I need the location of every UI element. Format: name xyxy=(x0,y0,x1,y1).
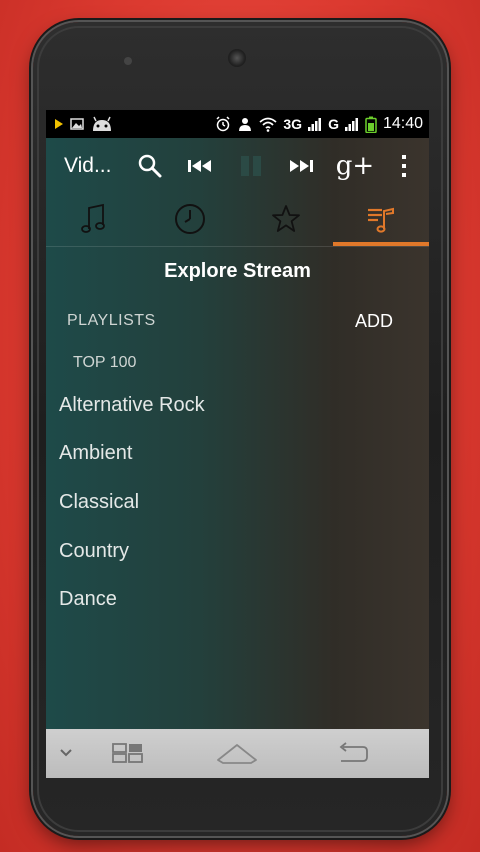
genre-item[interactable]: Ambient xyxy=(59,442,132,465)
android-icon xyxy=(93,116,111,131)
genre-item[interactable]: Country xyxy=(59,540,129,563)
genre-item[interactable]: Classical xyxy=(59,491,139,514)
signal-icon xyxy=(308,118,322,131)
genre-item[interactable]: Alternative Rock xyxy=(59,394,205,417)
tab-explore[interactable] xyxy=(333,192,429,246)
tab-bar xyxy=(46,192,429,247)
front-camera xyxy=(124,57,132,65)
collapse-icon[interactable] xyxy=(54,737,78,769)
screen: 3G G 14:40 Vid... g+ Explore Stream PLAY… xyxy=(46,110,429,778)
star-icon xyxy=(272,205,300,232)
alarm-icon xyxy=(216,116,230,132)
status-left xyxy=(54,116,114,132)
battery-icon xyxy=(365,116,377,133)
play-icon xyxy=(55,119,63,129)
playlist-icon xyxy=(368,207,394,233)
network-label: 3G xyxy=(283,116,303,132)
google-plus-icon[interactable]: g+ xyxy=(335,151,375,181)
recent-apps-icon[interactable] xyxy=(108,737,148,769)
google-plus-label: g+ xyxy=(335,151,375,181)
tab-favorites[interactable] xyxy=(238,192,334,246)
overflow-menu-icon[interactable] xyxy=(389,152,419,180)
next-icon[interactable] xyxy=(286,152,316,180)
add-button[interactable]: ADD xyxy=(355,311,393,332)
now-playing-title[interactable]: Vid... xyxy=(64,154,111,178)
pause-icon[interactable] xyxy=(236,152,266,180)
genre-item[interactable]: Dance xyxy=(59,588,117,611)
network-label-2: G xyxy=(328,116,339,132)
search-icon[interactable] xyxy=(135,152,165,180)
account-icon xyxy=(239,118,252,131)
clock-time: 14:40 xyxy=(382,115,423,132)
page-title: Explore Stream xyxy=(164,260,311,282)
back-icon[interactable] xyxy=(332,737,372,769)
previous-icon[interactable] xyxy=(185,152,215,180)
navigation-bar xyxy=(46,729,429,778)
action-bar: Vid... g+ xyxy=(46,138,429,192)
music-note-icon xyxy=(81,203,105,233)
status-bar: 3G G 14:40 xyxy=(46,110,429,138)
tab-music[interactable] xyxy=(46,192,142,246)
wifi-icon xyxy=(259,117,277,132)
signal-icon-2 xyxy=(344,118,358,131)
home-icon[interactable] xyxy=(214,737,260,769)
top-100-label[interactable]: TOP 100 xyxy=(73,354,136,372)
earpiece-speaker xyxy=(228,49,246,67)
playlists-header: PLAYLISTS xyxy=(67,312,156,329)
image-icon xyxy=(70,118,84,130)
active-tab-indicator xyxy=(333,242,429,246)
tab-history[interactable] xyxy=(142,192,238,246)
status-right: 3G G 14:40 xyxy=(215,115,423,133)
clock-icon xyxy=(175,204,205,234)
